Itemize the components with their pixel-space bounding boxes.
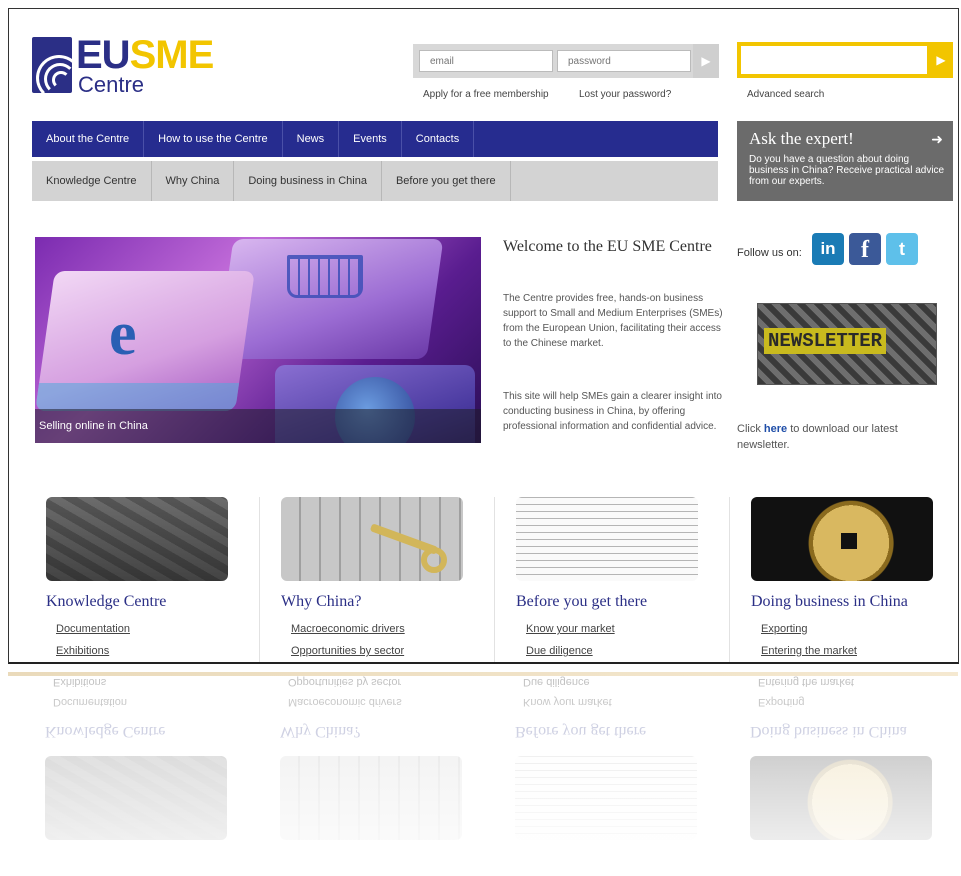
column-link[interactable]: Opportunities by sector: [291, 645, 404, 657]
page-reflection: Exhibitions Documentation Knowledge Cent…: [8, 666, 959, 876]
welcome-paragraph-1: The Centre provides free, hands-on busin…: [503, 293, 723, 349]
column-link[interactable]: Exhibitions: [56, 645, 109, 657]
search-submit-button[interactable]: ▶: [933, 52, 949, 68]
newsletter-text-before: Click: [737, 423, 764, 435]
column-link[interactable]: Macroeconomic drivers: [291, 623, 405, 635]
column-link[interactable]: Exporting: [761, 623, 807, 635]
twitter-icon[interactable]: t: [886, 233, 918, 265]
primary-nav: About the Centre How to use the Centre N…: [32, 121, 718, 157]
column-why-china: Why China? Macroeconomic drivers Opportu…: [281, 497, 471, 662]
linkedin-icon[interactable]: in: [812, 233, 844, 265]
column-title[interactable]: Knowledge Centre: [46, 593, 166, 611]
arrow-right-icon: ➜: [931, 131, 943, 147]
newsletter-word: NEWSLETTER: [764, 328, 887, 354]
hero-caption: Selling online in China: [35, 409, 481, 443]
nav-item-doing-business[interactable]: Doing business in China: [234, 161, 382, 201]
advanced-search-link[interactable]: Advanced search: [747, 89, 824, 100]
arrow-right-icon: ▶: [936, 53, 946, 67]
nav-item-knowledge-centre[interactable]: Knowledge Centre: [32, 161, 152, 201]
password-input[interactable]: [557, 50, 691, 72]
logo-mark-icon: [32, 37, 72, 93]
newsletter-image[interactable]: NEWSLETTER: [757, 303, 937, 385]
hero-banner[interactable]: e Selling online in China: [35, 237, 481, 443]
follow-us-label: Follow us on:: [737, 247, 802, 259]
column-title[interactable]: Why China?: [281, 593, 361, 611]
eusme-logo[interactable]: EUSME Centre: [32, 33, 222, 97]
search-input[interactable]: [741, 46, 927, 74]
column-link[interactable]: Know your market: [526, 623, 615, 635]
nav-item-news[interactable]: News: [283, 121, 340, 157]
reflection-fade: [8, 666, 959, 876]
column-title[interactable]: Doing business in China: [751, 593, 908, 611]
logo-wordmark: EUSME: [76, 33, 215, 77]
shopping-cart-icon: [287, 255, 363, 298]
column-image[interactable]: [751, 497, 933, 581]
column-link[interactable]: Due diligence: [526, 645, 593, 657]
lost-password-link[interactable]: Lost your password?: [579, 89, 671, 100]
column-before-you-get-there: Before you get there Know your market Du…: [516, 497, 706, 662]
column-doing-business: Doing business in China Exporting Enteri…: [751, 497, 941, 662]
browser-frame: EUSME Centre ▶ Apply for a free membersh…: [8, 8, 959, 664]
logo-eu: EU: [76, 33, 131, 77]
coin-icon: [841, 533, 857, 549]
column-title[interactable]: Before you get there: [516, 593, 647, 611]
nav-item-why-china[interactable]: Why China: [152, 161, 235, 201]
column-link[interactable]: Entering the market: [761, 645, 857, 657]
nav-item-about[interactable]: About the Centre: [32, 121, 145, 157]
nav-item-contacts[interactable]: Contacts: [402, 121, 475, 157]
key-ring-icon: [421, 547, 447, 573]
search-box: ▶: [737, 42, 953, 78]
apply-membership-link[interactable]: Apply for a free membership: [423, 89, 549, 100]
email-input[interactable]: [419, 50, 553, 72]
ask-expert-title: Ask the expert!: [749, 129, 854, 148]
nav-item-how-to-use[interactable]: How to use the Centre: [144, 121, 283, 157]
column-knowledge-centre: Knowledge Centre Documentation Exhibitio…: [46, 497, 236, 662]
welcome-title: Welcome to the EU SME Centre: [503, 238, 712, 255]
facebook-icon[interactable]: f: [849, 233, 881, 265]
newsletter-text: Click here to download our latest newsle…: [737, 421, 937, 453]
column-divider: [494, 497, 495, 662]
column-image[interactable]: [516, 497, 698, 581]
ask-the-expert-box[interactable]: Ask the expert! ➜ Do you have a question…: [737, 121, 953, 201]
ask-expert-text: Do you have a question about doing busin…: [749, 154, 945, 187]
column-image[interactable]: [46, 497, 228, 581]
welcome-paragraph-2: This site will help SMEs gain a clearer …: [503, 391, 722, 432]
secondary-nav: Knowledge Centre Why China Doing busines…: [32, 161, 718, 201]
login-submit-button[interactable]: ▶: [693, 44, 719, 78]
keyboard-key-image: [35, 271, 255, 411]
logo-centre: Centre: [78, 72, 145, 97]
column-link[interactable]: Documentation: [56, 623, 130, 635]
arrow-right-icon: ▶: [701, 54, 711, 68]
login-box: ▶: [413, 44, 719, 78]
nav-item-before-you-get-there[interactable]: Before you get there: [382, 161, 511, 201]
newsletter-download-link[interactable]: here: [764, 423, 787, 435]
column-divider: [259, 497, 260, 662]
column-image[interactable]: [281, 497, 463, 581]
nav-item-events[interactable]: Events: [339, 121, 402, 157]
logo-sme: SME: [129, 33, 215, 77]
column-divider: [729, 497, 730, 662]
ie-e-icon: e: [109, 300, 137, 368]
